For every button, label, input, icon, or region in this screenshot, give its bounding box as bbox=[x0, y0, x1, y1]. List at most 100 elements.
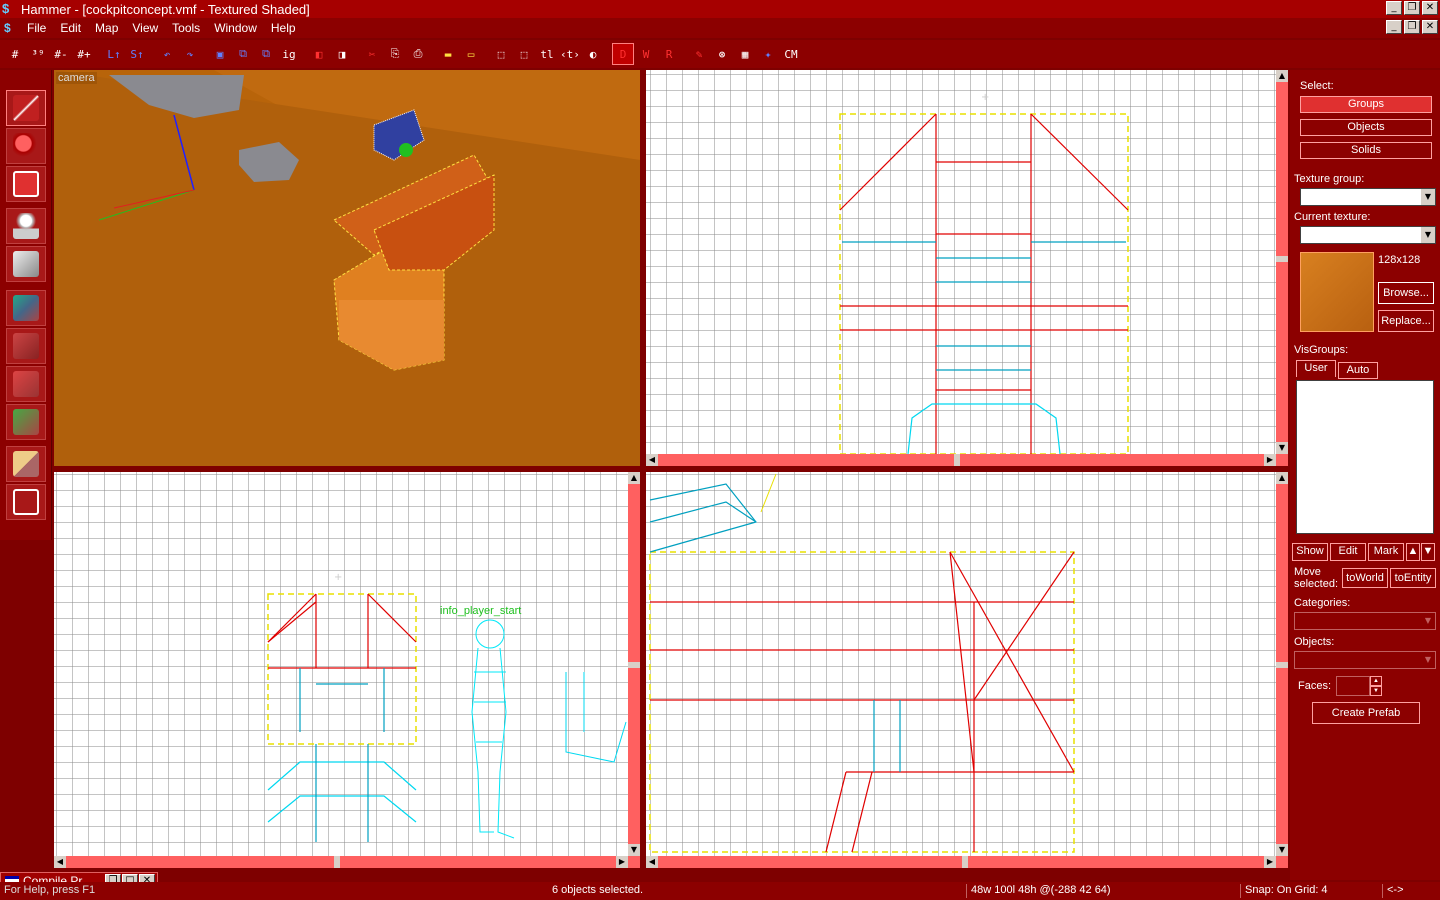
child-minimize-button[interactable]: _ bbox=[1386, 20, 1402, 34]
entity-tool[interactable] bbox=[6, 208, 46, 244]
top-viewport[interactable]: + ▲ ▼ ◀ ▶ bbox=[646, 70, 1288, 466]
dropdown-arrow-icon[interactable]: ▼ bbox=[1421, 189, 1435, 205]
toggle-grid-button[interactable]: # bbox=[4, 43, 26, 65]
top-hscrollbar[interactable]: ◀ ▶ bbox=[646, 454, 1288, 466]
scroll-left-arrow-icon[interactable]: ◀ bbox=[54, 856, 66, 868]
carve-button[interactable]: ▣ bbox=[209, 43, 231, 65]
show-displacements-button[interactable]: D bbox=[612, 43, 634, 65]
child-close-button[interactable]: ✕ bbox=[1422, 20, 1438, 34]
block-tool[interactable] bbox=[6, 246, 46, 282]
close-button[interactable]: ✕ bbox=[1422, 1, 1438, 15]
save-window-state-button[interactable]: S↑ bbox=[126, 43, 148, 65]
menu-help[interactable]: Help bbox=[264, 21, 303, 35]
camera-viewport[interactable]: camera bbox=[54, 70, 640, 466]
selection-tool[interactable] bbox=[6, 90, 46, 126]
overlay-tool[interactable] bbox=[6, 404, 46, 440]
copy-button[interactable]: ⎘ bbox=[384, 43, 406, 65]
select-by-handles-button[interactable]: ⬚ bbox=[490, 43, 512, 65]
entity-report-button[interactable]: ✦ bbox=[757, 43, 779, 65]
objects-select[interactable]: ▼ bbox=[1294, 651, 1436, 669]
faces-spin-up-icon[interactable]: ▲ bbox=[1370, 676, 1382, 686]
menu-file[interactable]: File bbox=[20, 21, 53, 35]
visgroups-list[interactable] bbox=[1296, 380, 1434, 534]
clipping-tool[interactable] bbox=[6, 446, 46, 482]
scroll-right-arrow-icon[interactable]: ▶ bbox=[1264, 856, 1276, 868]
select-objects-button[interactable]: Objects bbox=[1300, 119, 1432, 136]
load-window-state-button[interactable]: L↑ bbox=[103, 43, 125, 65]
select-groups-button[interactable]: Groups bbox=[1300, 96, 1432, 113]
front-hscrollbar[interactable]: ◀ ▶ bbox=[54, 856, 640, 868]
ignore-groups-button[interactable]: ig bbox=[278, 43, 300, 65]
document-icon[interactable]: $ bbox=[4, 21, 20, 35]
larger-grid-button[interactable]: #+ bbox=[73, 43, 95, 65]
visgroups-tab-auto[interactable]: Auto bbox=[1338, 362, 1378, 379]
side-viewport[interactable]: ▲ ▼ ◀ ▶ bbox=[646, 472, 1288, 868]
dropdown-arrow-icon[interactable]: ▼ bbox=[1421, 227, 1435, 243]
current-texture-select[interactable]: ▼ bbox=[1300, 226, 1436, 244]
front-vscrollbar[interactable]: ▲ ▼ bbox=[628, 472, 640, 856]
move-texture-button[interactable]: ‹t› bbox=[559, 43, 581, 65]
vis-edit-button[interactable]: Edit bbox=[1330, 543, 1366, 561]
minimize-button[interactable]: _ bbox=[1386, 1, 1402, 15]
side-hscrollbar[interactable]: ◀ ▶ bbox=[646, 856, 1288, 868]
scroll-down-arrow-icon[interactable]: ▼ bbox=[1276, 844, 1288, 856]
scroll-thumb[interactable] bbox=[334, 856, 340, 868]
child-restore-button[interactable]: ❐ bbox=[1404, 20, 1420, 34]
browse-button[interactable]: Browse... bbox=[1378, 282, 1434, 304]
scroll-down-arrow-icon[interactable]: ▼ bbox=[1276, 442, 1288, 454]
scroll-right-arrow-icon[interactable]: ▶ bbox=[616, 856, 628, 868]
select-by-center-button[interactable]: ⬚ bbox=[513, 43, 535, 65]
cut-button[interactable]: ✂ bbox=[361, 43, 383, 65]
hide-selected-button[interactable]: ◧ bbox=[308, 43, 330, 65]
menu-edit[interactable]: Edit bbox=[53, 21, 88, 35]
check-map-button[interactable]: CM bbox=[780, 43, 802, 65]
categories-select[interactable]: ▼ bbox=[1294, 612, 1436, 630]
menu-map[interactable]: Map bbox=[88, 21, 125, 35]
grid-texture-button[interactable]: ▦ bbox=[734, 43, 756, 65]
texture-tool[interactable] bbox=[6, 290, 46, 326]
group-button[interactable]: ⧉ bbox=[232, 43, 254, 65]
texture-scale-lock-button[interactable]: ▭ bbox=[460, 43, 482, 65]
faces-input[interactable] bbox=[1336, 676, 1370, 696]
texture-lock-button[interactable]: ▬ bbox=[437, 43, 459, 65]
scroll-down-arrow-icon[interactable]: ▼ bbox=[628, 844, 640, 856]
to-world-button[interactable]: toWorld bbox=[1342, 568, 1388, 588]
menu-tools[interactable]: Tools bbox=[165, 21, 207, 35]
scroll-thumb[interactable] bbox=[1276, 256, 1288, 262]
decal-tool[interactable] bbox=[6, 366, 46, 402]
paste-button[interactable]: ⎙ bbox=[407, 43, 429, 65]
scroll-up-arrow-icon[interactable]: ▲ bbox=[1276, 70, 1288, 82]
show-walkable-button[interactable]: W bbox=[635, 43, 657, 65]
restore-button[interactable]: ❐ bbox=[1404, 1, 1420, 15]
replace-button[interactable]: Replace... bbox=[1378, 310, 1434, 332]
menu-window[interactable]: Window bbox=[207, 21, 264, 35]
paint-geometry-button[interactable]: ✎ bbox=[688, 43, 710, 65]
faces-spin-down-icon[interactable]: ▼ bbox=[1370, 686, 1382, 696]
visgroups-tab-user[interactable]: User bbox=[1296, 360, 1336, 377]
scroll-up-arrow-icon[interactable]: ▲ bbox=[1276, 472, 1288, 484]
dropdown-arrow-icon[interactable]: ▼ bbox=[1421, 652, 1435, 668]
vis-show-button[interactable]: Show bbox=[1292, 543, 1328, 561]
sculpt-button[interactable]: ⊛ bbox=[711, 43, 733, 65]
to-entity-button[interactable]: toEntity bbox=[1390, 568, 1436, 588]
apply-texture-tool[interactable] bbox=[6, 328, 46, 364]
vertex-tool[interactable] bbox=[6, 484, 46, 520]
texture-group-select[interactable]: ▼ bbox=[1300, 188, 1436, 206]
magnify-tool[interactable] bbox=[6, 128, 46, 164]
side-vscrollbar[interactable]: ▲ ▼ bbox=[1276, 472, 1288, 856]
top-vscrollbar[interactable]: ▲ ▼ bbox=[1276, 70, 1288, 454]
scroll-right-arrow-icon[interactable]: ▶ bbox=[1264, 454, 1276, 466]
show-ropes-button[interactable]: R bbox=[658, 43, 680, 65]
toggle-3d-grid-button[interactable]: ³⁹ bbox=[27, 43, 49, 65]
dropdown-arrow-icon[interactable]: ▼ bbox=[1421, 613, 1435, 629]
scroll-thumb[interactable] bbox=[1276, 662, 1288, 668]
scroll-thumb[interactable] bbox=[628, 662, 640, 668]
show-hidden-button[interactable]: ◨ bbox=[331, 43, 353, 65]
menu-view[interactable]: View bbox=[125, 21, 165, 35]
redo-button[interactable]: ↷ bbox=[179, 43, 201, 65]
scroll-left-arrow-icon[interactable]: ◀ bbox=[646, 454, 658, 466]
undo-button[interactable]: ↶ bbox=[156, 43, 178, 65]
scroll-left-arrow-icon[interactable]: ◀ bbox=[646, 856, 658, 868]
scroll-up-arrow-icon[interactable]: ▲ bbox=[628, 472, 640, 484]
move-up-arrow-icon[interactable]: ▲ bbox=[1406, 543, 1420, 561]
